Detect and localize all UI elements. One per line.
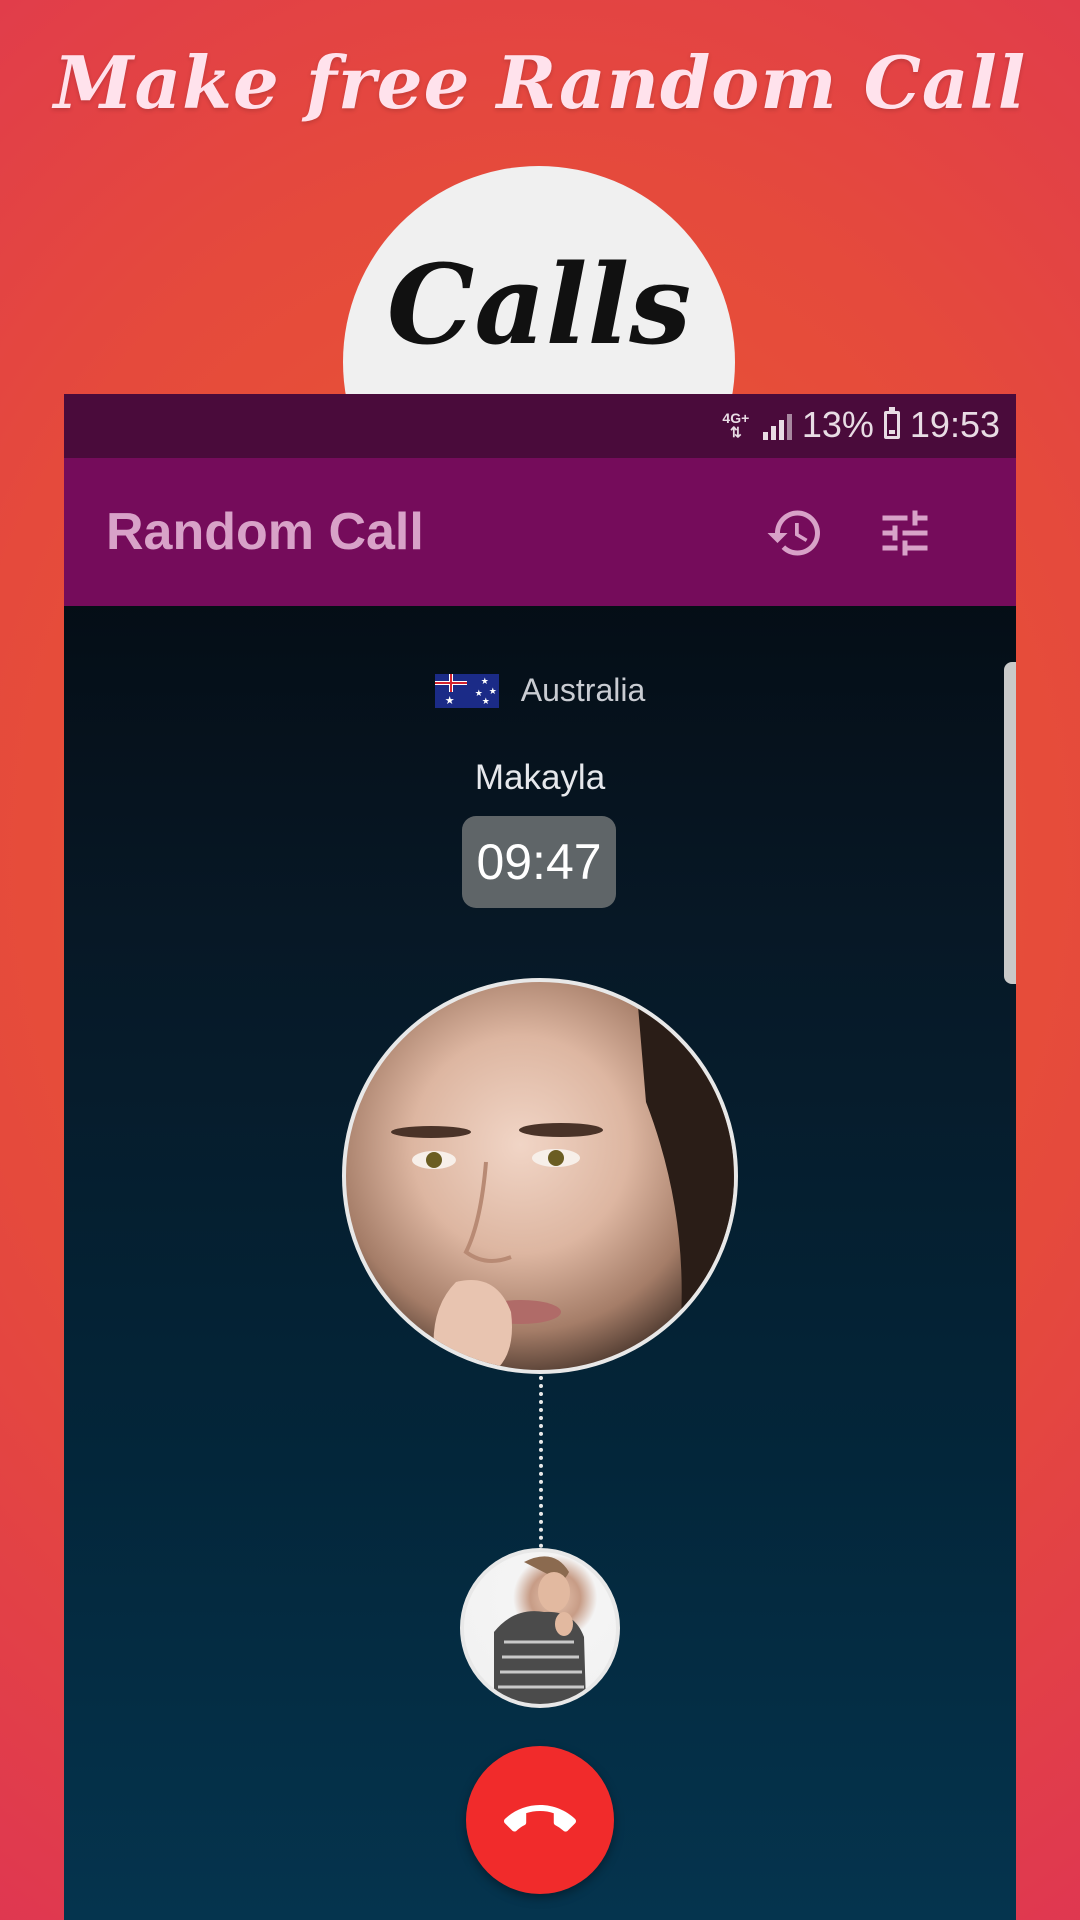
history-icon <box>767 510 820 556</box>
country-row: ★ ★ ★ ★ ★ Australia <box>64 672 1016 709</box>
remote-caller-avatar <box>342 978 738 1374</box>
app-bar: Random Call <box>64 458 1016 606</box>
battery-percent: 13% <box>801 404 874 445</box>
status-indicators: 4G+ ⇅ 13% 19:53 <box>719 404 1000 446</box>
status-bar: 4G+ ⇅ 13% 19:53 <box>64 394 1016 458</box>
network-type-label: 4G+ <box>722 410 750 426</box>
scroll-indicator[interactable] <box>1004 662 1016 984</box>
network-type-icon: 4G+ ⇅ <box>722 410 750 440</box>
end-call-button[interactable] <box>466 1746 614 1894</box>
call-connector <box>539 1376 543 1548</box>
signal-icon <box>762 410 792 440</box>
calls-badge-label: Calls <box>386 240 692 369</box>
promo-headline: Make free Random Call <box>53 40 1027 125</box>
caller-name: Makayla <box>474 758 606 797</box>
tune-icon <box>882 510 928 556</box>
filter-settings-button[interactable] <box>870 498 940 568</box>
local-user-avatar <box>460 1548 620 1708</box>
country-name: Australia <box>520 672 646 708</box>
status-time: 19:53 <box>909 404 1000 445</box>
app-title: Random Call <box>106 503 424 561</box>
user-photo <box>494 1556 586 1704</box>
call-timer: 09:47 <box>462 816 616 908</box>
australia-flag-icon: ★ ★ ★ ★ ★ <box>434 673 499 708</box>
face-photo <box>391 982 734 1370</box>
battery-icon <box>883 407 900 439</box>
history-button[interactable] <box>760 498 830 568</box>
hang-up-icon <box>504 1805 576 1832</box>
phone-screen: 4G+ ⇅ 13% 19:53 Random Call ★ ★ ★ ★ ★ Au… <box>64 394 1016 1920</box>
call-screen: ★ ★ ★ ★ ★ Australia Makayla 09:47 <box>64 606 1016 1920</box>
